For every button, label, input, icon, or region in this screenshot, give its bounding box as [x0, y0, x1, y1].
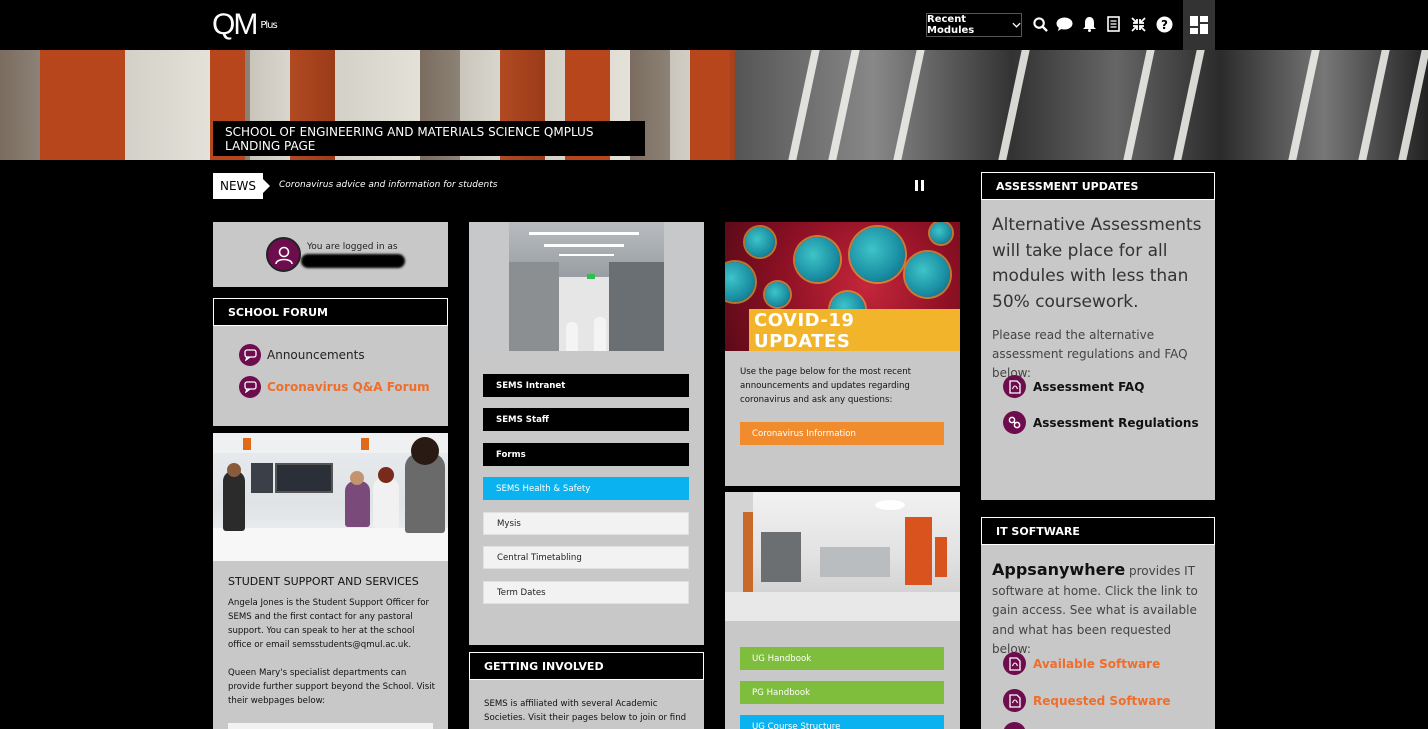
pause-icon[interactable]: [915, 180, 927, 192]
assessment-headline: Alternative Assessments will take place …: [992, 215, 1202, 312]
pdf-icon: [1003, 689, 1026, 712]
assessment-updates-card: ASSESSMENT UPDATES Alternative Assessmen…: [981, 172, 1215, 500]
available-software-link[interactable]: Available Software: [1003, 652, 1160, 675]
link-button-forms[interactable]: Forms: [483, 443, 689, 466]
requested-software-link[interactable]: Requested Software: [1003, 689, 1171, 712]
ug-course-structure-button[interactable]: UG Course Structure: [740, 715, 944, 729]
news-arrow: [263, 179, 270, 193]
avatar[interactable]: [266, 237, 301, 272]
getting-involved-body: SEMS is affiliated with several Academic…: [484, 699, 687, 723]
top-navbar: QM Plus Recent Modules ?: [0, 0, 1428, 50]
corridor-photo: [469, 222, 704, 351]
covid-virus-image: COVID-19 UPDATES: [725, 222, 960, 351]
link-button-health-safety[interactable]: SEMS Health & Safety: [483, 477, 689, 500]
recent-modules-dropdown[interactable]: Recent Modules: [926, 13, 1022, 37]
assessment-faq-link[interactable]: Assessment FAQ: [1003, 375, 1144, 398]
link-button-sems-intranet[interactable]: SEMS Intranet: [483, 374, 689, 397]
student-support-card: STUDENT SUPPORT AND SERVICES Angela Jone…: [213, 433, 448, 729]
it-software-card: IT SOFTWARE Appsanywhere provides IT sof…: [981, 517, 1215, 729]
pdf-icon: [1003, 722, 1026, 729]
redacted-username: [301, 254, 405, 268]
assessment-faq-label: Assessment FAQ: [1033, 379, 1145, 394]
svg-text:?: ?: [1161, 18, 1168, 32]
login-card: You are logged in as: [213, 222, 448, 287]
covid-body: Use the page below for the most recent a…: [740, 367, 912, 405]
news-ticker-link[interactable]: Coronavirus advice and information for s…: [279, 180, 497, 190]
forum-item-label: Coronavirus Q&A Forum: [267, 380, 430, 394]
covid-updates-card: COVID-19 UPDATES Use the page below for …: [725, 222, 960, 486]
school-links-card: SEMS Intranet SEMS Staff Forms SEMS Heal…: [469, 222, 704, 645]
link-button-mysis[interactable]: Mysis: [483, 512, 689, 535]
assessment-updates-header: ASSESSMENT UPDATES: [981, 172, 1215, 200]
it-software-header: IT SOFTWARE: [981, 517, 1215, 545]
assessment-regulations-label: Assessment Regulations: [1033, 415, 1199, 430]
help-icon[interactable]: ?: [1155, 15, 1173, 33]
forum-icon: [239, 376, 261, 398]
support-body: Angela Jones is the Student Support Offi…: [228, 598, 430, 650]
logo-stack: Plus: [260, 19, 277, 31]
ug-handbook-button[interactable]: UG Handbook: [740, 647, 944, 670]
compress-icon[interactable]: [1129, 15, 1147, 33]
qmplus-logo[interactable]: QM Plus: [212, 8, 278, 42]
logged-in-label: You are logged in as: [307, 242, 398, 252]
link-icon: [1003, 411, 1026, 434]
covid-image-title: COVID-19 UPDATES: [749, 309, 960, 351]
requested-software-label: Requested Software: [1033, 693, 1171, 708]
forum-item-coronavirus-qa[interactable]: Coronavirus Q&A Forum: [239, 376, 430, 398]
chevron-down-icon: [1012, 22, 1021, 28]
support-title: STUDENT SUPPORT AND SERVICES: [228, 575, 419, 588]
support-body-2: Queen Mary's specialist departments can …: [228, 668, 435, 706]
forum-item-label: Announcements: [267, 348, 365, 362]
link-button-sems-staff[interactable]: SEMS Staff: [483, 408, 689, 431]
lab-photo: [725, 492, 960, 621]
chat-icon[interactable]: [1055, 15, 1073, 33]
page-title: SCHOOL OF ENGINEERING AND MATERIALS SCIE…: [213, 121, 645, 156]
link-button-term-dates[interactable]: Term Dates: [483, 581, 689, 604]
getting-involved-card: GETTING INVOLVED SEMS is affiliated with…: [469, 652, 704, 729]
school-forum-header: SCHOOL FORUM: [213, 298, 448, 326]
students-photo: [213, 433, 448, 561]
pdf-icon: [1003, 652, 1026, 675]
dashboard-icon[interactable]: [1183, 0, 1215, 50]
pdf-icon: [1003, 375, 1026, 398]
link-button-central-timetabling[interactable]: Central Timetabling: [483, 546, 689, 569]
recent-modules-label: Recent Modules: [927, 14, 975, 36]
forum-item-announcements[interactable]: Announcements: [239, 344, 365, 366]
appsanywhere-label: Appsanywhere: [992, 560, 1126, 579]
partial-link-icon: [1003, 722, 1026, 729]
bell-icon[interactable]: [1080, 15, 1098, 33]
support-link-button[interactable]: [228, 723, 433, 729]
logo-text: QM: [212, 8, 258, 41]
it-software-text: Appsanywhere provides IT software at hom…: [992, 560, 1210, 660]
forum-icon: [239, 344, 261, 366]
search-icon[interactable]: [1031, 15, 1049, 33]
getting-involved-header: GETTING INVOLVED: [469, 652, 704, 680]
school-forum-card: SCHOOL FORUM Announcements Coronavirus Q…: [213, 298, 448, 426]
coronavirus-information-button[interactable]: Coronavirus Information: [740, 422, 944, 445]
assessment-regulations-link[interactable]: Assessment Regulations: [1003, 411, 1199, 434]
notes-icon[interactable]: [1104, 15, 1122, 33]
news-label: NEWS: [213, 173, 263, 199]
available-software-label: Available Software: [1033, 656, 1161, 671]
handbooks-card: UG Handbook PG Handbook UG Course Struct…: [725, 492, 960, 729]
pg-handbook-button[interactable]: PG Handbook: [740, 681, 944, 704]
